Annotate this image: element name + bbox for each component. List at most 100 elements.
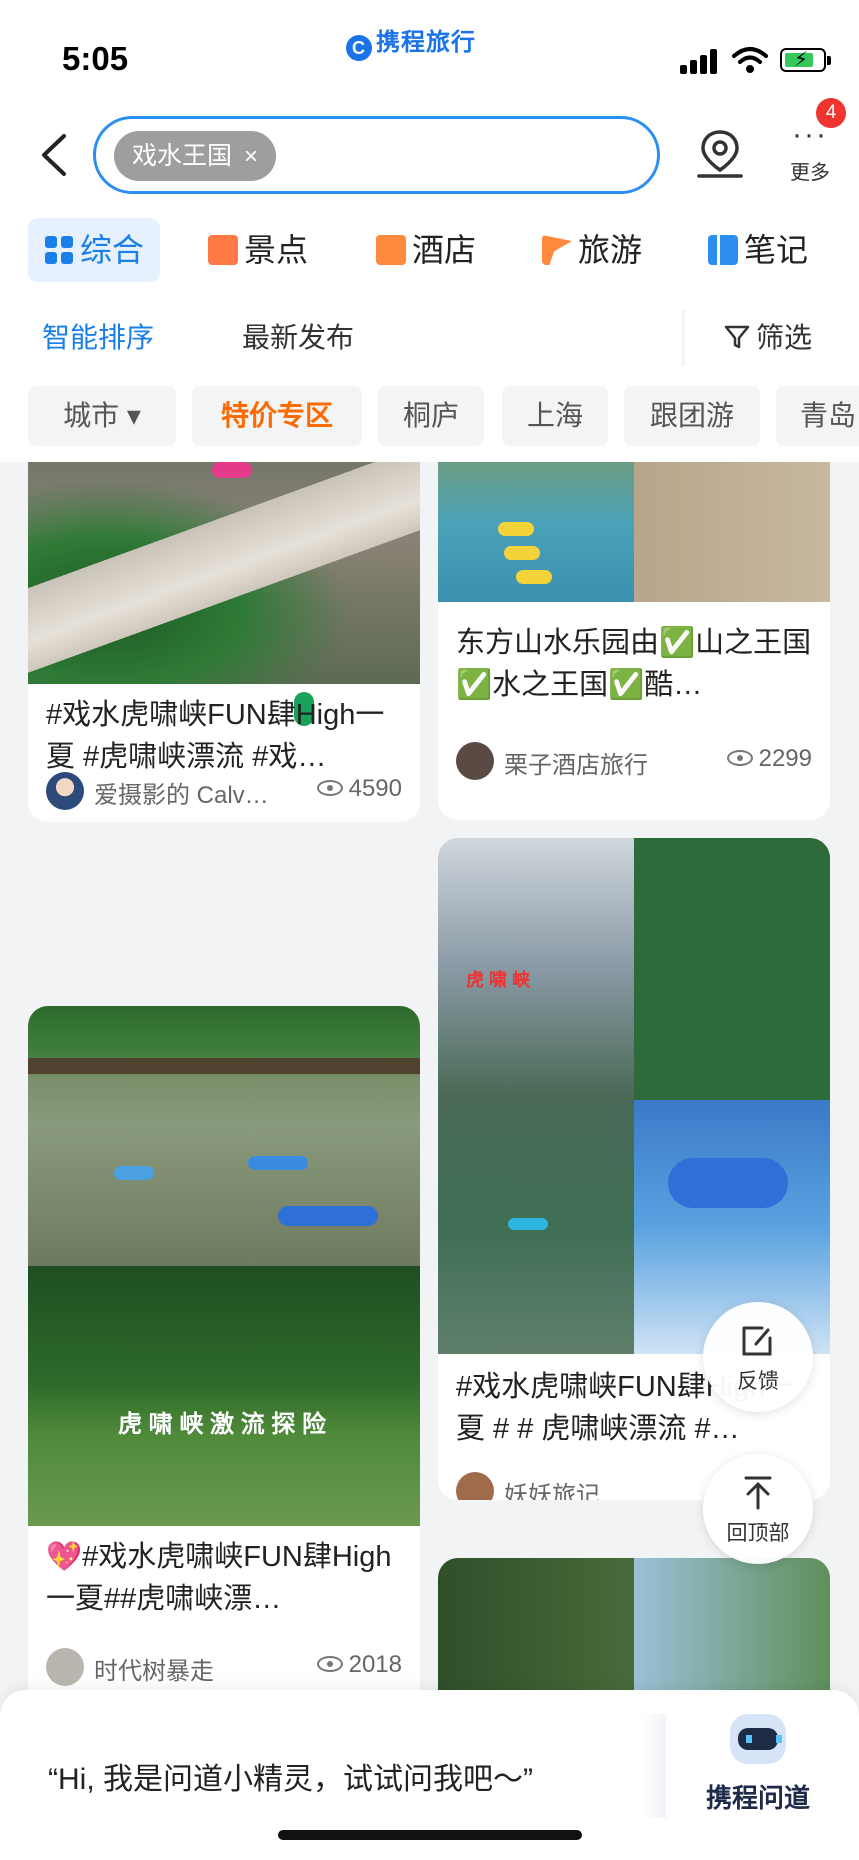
tab-notes[interactable]: 笔记 [708, 218, 808, 282]
chip-shanghai[interactable]: 上海 [502, 386, 608, 446]
bridge-shape [28, 1058, 420, 1074]
tab-hotels[interactable]: 酒店 [376, 218, 476, 282]
assistant-prompt[interactable]: “Hi, 我是问道小精灵，试试问我吧～” [48, 1754, 533, 1798]
card-image [28, 462, 420, 726]
raft-shape [248, 1156, 308, 1170]
card-title: 💖#戏水虎啸峡FUN肆High一夏##虎啸峡漂… [46, 1541, 392, 1615]
tab-tours[interactable]: 旅游 [542, 218, 642, 282]
filter-label: 筛选 [756, 322, 813, 353]
back-to-top-label: 回顶部 [726, 1522, 790, 1545]
chip-qingdao[interactable]: 青岛 [776, 386, 859, 446]
hotel-icon [376, 235, 406, 265]
ticket-icon [208, 235, 238, 265]
views-count: 2299 [758, 745, 812, 772]
raft-shape [504, 546, 540, 560]
card-title: #戏水虎啸峡FUN肆High一夏 #虎啸峡漂流 #戏… [46, 699, 385, 773]
tab-tours-label: 旅游 [578, 232, 643, 268]
more-label: 更多 [790, 162, 830, 184]
raft-shape [498, 522, 534, 536]
eye-icon [316, 780, 343, 796]
card-image [28, 1006, 420, 1266]
assistant-name[interactable]: 携程问道 [706, 1778, 810, 1815]
header-area: 5:05 C 携程旅行 ⚡ 戏水王国 × ··· 更多 4 综合 景点 酒店 旅… [0, 0, 859, 462]
card-views: 2018 [316, 1651, 402, 1679]
gate-text: 虎 啸 峡 [466, 970, 531, 990]
brand-name: 携程旅行 [376, 29, 476, 56]
chip-city[interactable]: 城市 ▾ [28, 386, 176, 446]
chip-group-tour[interactable]: 跟团游 [624, 386, 760, 446]
clear-icon[interactable]: × [244, 143, 258, 170]
robot-icon[interactable] [730, 1714, 786, 1764]
card-views: 4590 [316, 775, 402, 803]
tab-hotels-label: 酒店 [412, 232, 477, 268]
chip-tonglu[interactable]: 桐庐 [378, 386, 484, 446]
raft-shape [508, 1218, 548, 1230]
tab-attractions[interactable]: 景点 [208, 218, 308, 282]
edit-icon [742, 1326, 772, 1356]
grid-icon [45, 236, 73, 264]
views-count: 4590 [348, 775, 402, 802]
search-input[interactable]: 戏水王国 × [93, 116, 660, 194]
feedback-button[interactable]: 反馈 [703, 1302, 813, 1412]
tab-all[interactable]: 综合 [28, 218, 161, 282]
battery-icon: ⚡ [780, 48, 831, 72]
home-indicator [278, 1830, 582, 1840]
assistant-divider [642, 1714, 666, 1818]
card-author: 妖妖旅记 [504, 1482, 600, 1500]
eye-icon [726, 750, 753, 766]
avatar [456, 742, 494, 780]
feed-card[interactable]: 虎 啸 峡 激 流 探 险 💖#戏水虎啸峡FUN肆High一夏##虎啸峡漂… 时… [28, 1006, 420, 1706]
raft-shape [668, 1158, 788, 1208]
back-arrow-icon[interactable] [36, 132, 74, 178]
tab-notes-label: 笔记 [744, 232, 809, 268]
notification-badge: 4 [816, 98, 846, 128]
card-meta: 爱摄影的 Calv… 4590 [46, 772, 402, 810]
raft-shape [516, 570, 552, 584]
card-author: 时代树暴走 [94, 1658, 214, 1685]
avatar [46, 772, 84, 810]
sort-latest[interactable]: 最新发布 [242, 316, 354, 356]
back-to-top-button[interactable]: 回顶部 [703, 1454, 813, 1564]
funnel-icon [724, 325, 750, 349]
feed-card[interactable]: 东方山水乐园由✅山之王国✅水之王国✅酷… 栗子酒店旅行 2299 [438, 462, 830, 820]
raft-shape [114, 1166, 154, 1180]
card-title: 东方山水乐园由✅山之王国✅水之王国✅酷… [456, 627, 812, 701]
filter-button[interactable]: 筛选 [724, 316, 812, 356]
arrow-up-icon [744, 1476, 772, 1510]
status-time: 5:05 [62, 40, 129, 77]
feedback-label: 反馈 [737, 1370, 779, 1393]
notes-icon [708, 235, 738, 265]
raft-shape [212, 462, 252, 478]
eye-icon [316, 1656, 343, 1672]
sort-divider [682, 310, 686, 366]
query-chip-label: 戏水王国 [132, 142, 233, 170]
chip-special-offers[interactable]: 特价专区 [192, 386, 362, 446]
location-icon[interactable] [693, 126, 747, 182]
avatar [46, 1648, 84, 1686]
tab-attractions-label: 景点 [244, 232, 309, 268]
brand-logo: C 携程旅行 [346, 22, 476, 61]
sort-bar: 智能排序 最新发布 筛选 [0, 306, 859, 366]
card-meta: 时代树暴走 2018 [46, 1648, 402, 1686]
card-image: 虎 啸 峡 激 流 探 险 [28, 1266, 420, 1526]
flag-icon [542, 235, 572, 265]
card-views: 2299 [726, 745, 812, 773]
status-bar: 5:05 C 携程旅行 ⚡ [0, 0, 859, 100]
card-image: 虎 啸 峡 [438, 838, 830, 1354]
category-tabs: 综合 景点 酒店 旅游 笔记 [0, 218, 859, 284]
avatar [456, 1472, 494, 1500]
card-meta: 栗子酒店旅行 2299 [456, 742, 812, 780]
content-feed: #戏水虎啸峡FUN肆High一夏 #虎啸峡漂流 #戏… 爱摄影的 Calv… 4… [0, 462, 859, 1860]
cellular-signal-icon [680, 48, 720, 74]
feed-card[interactable]: #戏水虎啸峡FUN肆High一夏 #虎啸峡漂流 #戏… 爱摄影的 Calv… 4… [28, 462, 420, 822]
tab-all-label: 综合 [80, 232, 145, 268]
card-author: 栗子酒店旅行 [504, 752, 648, 779]
search-query-chip[interactable]: 戏水王国 × [114, 131, 277, 181]
brand-icon: C [346, 35, 372, 61]
card-image [438, 462, 830, 602]
card-author: 爱摄影的 Calv… [94, 782, 269, 809]
sign-text: 虎 啸 峡 激 流 探 险 [118, 1411, 327, 1438]
views-count: 2018 [348, 1651, 402, 1678]
wifi-icon [732, 47, 768, 73]
sort-smart[interactable]: 智能排序 [42, 316, 154, 356]
